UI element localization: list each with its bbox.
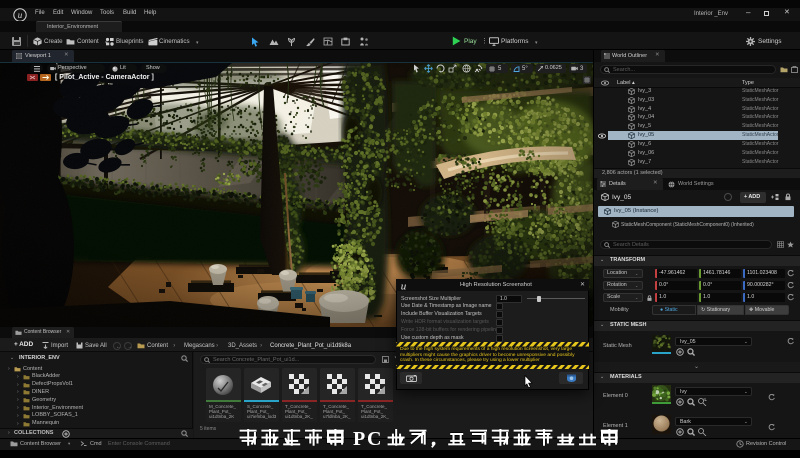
svg-text:u: u [18,10,23,20]
